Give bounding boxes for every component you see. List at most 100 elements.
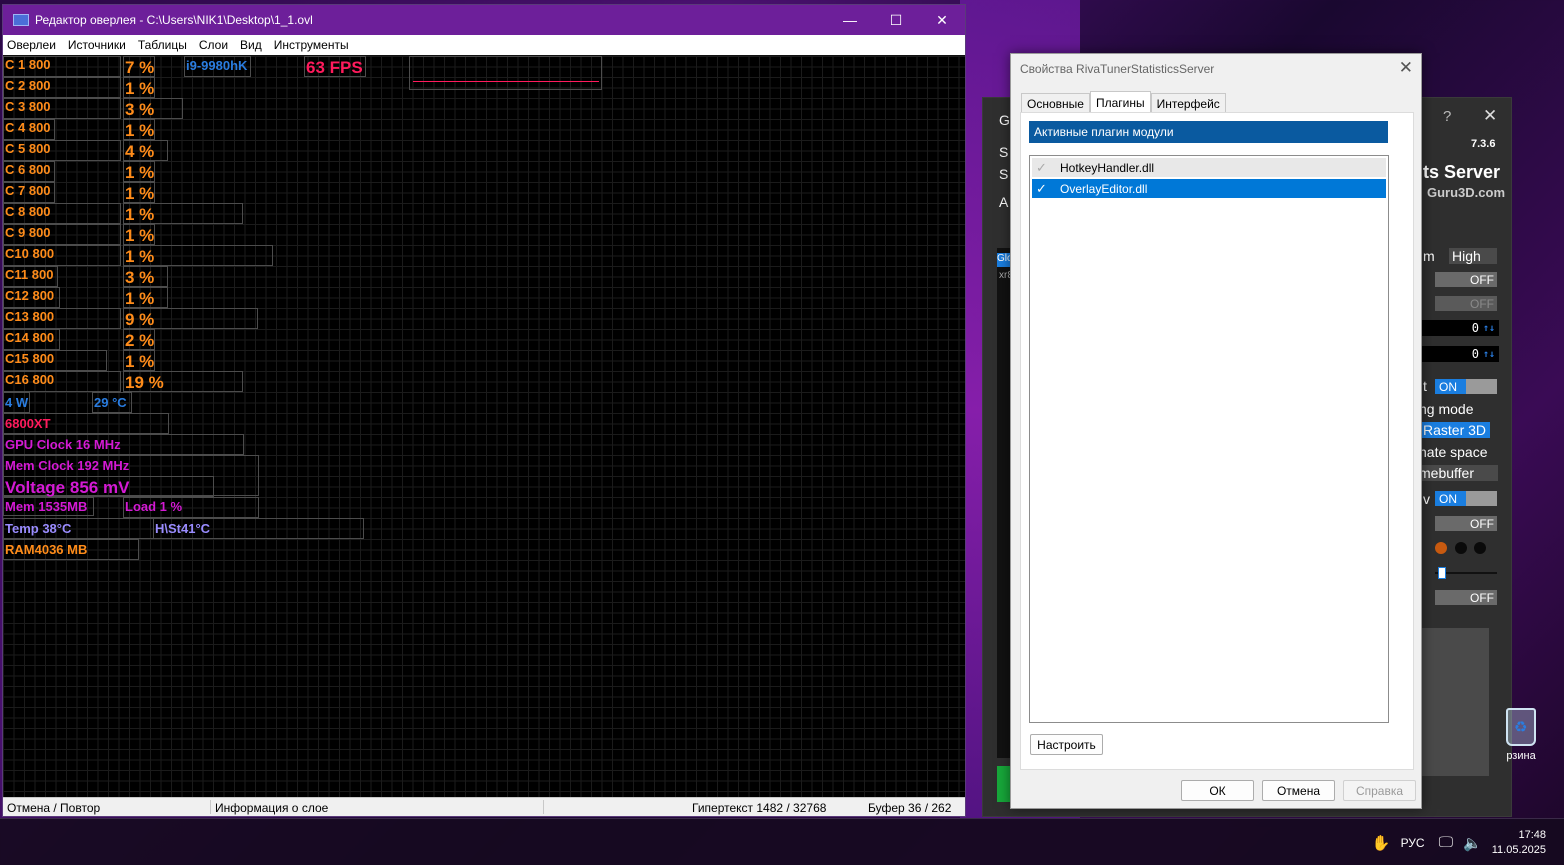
rtss-raster-dropdown[interactable]: Raster 3D <box>1421 422 1491 438</box>
layer-fps[interactable]: 63 FPS <box>304 56 366 77</box>
layer-cpu-load[interactable]: 1 % <box>123 182 155 203</box>
layer-cpu-clock[interactable]: C16 800 <box>3 371 121 392</box>
rtss-label-s2: S <box>999 166 1009 182</box>
editor-titlebar[interactable]: Редактор оверлея - C:\Users\NIK1\Desktop… <box>3 5 965 35</box>
layer-cpu-clock[interactable]: C 4 800 <box>3 119 55 140</box>
layer-ram[interactable]: RAM4036 MB <box>3 539 139 560</box>
maximize-button[interactable]: ☐ <box>873 5 919 35</box>
layer-cpu-clock[interactable]: C 5 800 <box>3 140 121 161</box>
layer-cpu-load[interactable]: 4 % <box>123 140 168 161</box>
rtss-label-s1: S <box>999 144 1009 160</box>
plugin-list[interactable]: ✓ HotkeyHandler.dll ✓ OverlayEditor.dll <box>1029 155 1389 723</box>
layer-cpu-load[interactable]: 1 % <box>123 287 168 308</box>
layer-cpu-clock[interactable]: C 9 800 <box>3 224 121 245</box>
graph-line <box>413 81 599 82</box>
ok-button[interactable]: ОК <box>1181 780 1254 801</box>
configure-button[interactable]: Настроить <box>1030 734 1103 755</box>
layer-cpu-clock[interactable]: C 2 800 <box>3 77 121 98</box>
minimize-button[interactable]: — <box>827 5 873 35</box>
close-button[interactable]: ✕ <box>919 5 965 35</box>
layer-cpu-load[interactable]: 1 % <box>123 203 243 224</box>
menu-view[interactable]: Вид <box>240 38 262 52</box>
language-indicator[interactable]: РУС <box>1401 836 1425 850</box>
layer-cpu-clock[interactable]: C14 800 <box>3 329 60 350</box>
rtss-toggle-2[interactable]: OFF <box>1435 296 1497 311</box>
color-swatch-orange[interactable] <box>1435 542 1447 554</box>
layer-cpu-clock[interactable]: C 3 800 <box>3 98 121 119</box>
rtss-site: Guru3D.com <box>1427 185 1506 200</box>
color-swatch-black-2[interactable] <box>1474 542 1486 554</box>
layer-cpu-load[interactable]: 2 % <box>123 329 155 350</box>
toggle-off-label: OFF <box>1470 272 1494 287</box>
layer-cpu-clock[interactable]: C11 800 <box>3 266 58 287</box>
layer-cpu-load[interactable]: 1 % <box>123 245 273 266</box>
layer-frametime-graph[interactable] <box>409 56 602 90</box>
rtss-toggle-3[interactable]: ON <box>1435 379 1497 394</box>
layer-cpu-temp[interactable]: 29 °C <box>92 392 132 413</box>
rtss-framebuffer-field[interactable]: mebuffer <box>1419 465 1498 481</box>
menu-overlays[interactable]: Оверлеи <box>7 38 56 52</box>
layer-temp[interactable]: Temp 38°C <box>3 518 154 539</box>
rtss-toggle-5[interactable]: OFF <box>1435 516 1497 531</box>
layer-cpu-clock[interactable]: C10 800 <box>3 245 121 266</box>
help-button[interactable]: Справка <box>1343 780 1416 801</box>
rtss-help-button[interactable]: ? <box>1443 108 1451 125</box>
layer-cpu-load[interactable]: 9 % <box>123 308 258 329</box>
clock[interactable]: 17:48 11.05.2025 <box>1492 828 1546 858</box>
plugin-item-overlayeditor[interactable]: ✓ OverlayEditor.dll <box>1032 179 1386 198</box>
bloody-mouse-icon[interactable]: ✋ <box>1372 834 1391 852</box>
layer-load[interactable]: Load 1 % <box>123 497 259 518</box>
layer-voltage[interactable]: Voltage 856 mV <box>3 476 214 497</box>
rtss-slider-thumb[interactable] <box>1438 567 1446 579</box>
layer-cpu-load[interactable]: 1 % <box>123 161 155 182</box>
layer-hotspot[interactable]: H\St41°C <box>153 518 364 539</box>
tab-general[interactable]: Основные <box>1021 93 1090 113</box>
rtss-counter-2[interactable]: 0 ↑↓ <box>1419 346 1499 362</box>
spin-arrows-icon[interactable]: ↑↓ <box>1483 323 1495 334</box>
rtss-toggle-4[interactable]: ON <box>1435 491 1497 506</box>
layer-cpu-clock[interactable]: C 7 800 <box>3 182 55 203</box>
cancel-button[interactable]: Отмена <box>1262 780 1335 801</box>
overlay-canvas[interactable]: C 1 800 7 % C 2 800 1 % C 3 800 3 % C 4 800 1 %… <box>3 56 965 799</box>
layer-cpu-clock[interactable]: C15 800 <box>3 350 107 371</box>
layer-gpu-clock[interactable]: GPU Clock 16 MHz <box>3 434 244 455</box>
plugin-item-hotkeyhandler[interactable]: ✓ HotkeyHandler.dll <box>1032 158 1386 177</box>
tab-interface[interactable]: Интерфейс <box>1150 93 1226 113</box>
recycle-bin[interactable]: рзина <box>1498 708 1544 774</box>
layer-cpu-clock[interactable]: C13 800 <box>3 308 121 329</box>
layer-cpu-clock[interactable]: C 8 800 <box>3 203 121 224</box>
layer-cpu-load[interactable]: 1 % <box>123 350 155 371</box>
layer-cpu-load[interactable]: 3 % <box>123 98 183 119</box>
tab-plugins[interactable]: Плагины <box>1089 91 1151 113</box>
layer-cpu-name[interactable]: i9-9980hK <box>184 56 251 77</box>
menu-sources[interactable]: Источники <box>68 38 126 52</box>
layer-mem[interactable]: Mem 1535MB <box>3 497 94 516</box>
color-swatch-black[interactable] <box>1455 542 1467 554</box>
menu-layers[interactable]: Слои <box>199 38 228 52</box>
rtss-detection-high[interactable]: High <box>1449 248 1497 264</box>
layer-cpu-load[interactable]: 3 % <box>123 266 168 287</box>
layer-cpu-load[interactable]: 19 % <box>123 371 243 392</box>
layer-cpu-load[interactable]: 1 % <box>123 119 155 140</box>
layer-gpu-name[interactable]: 6800XT <box>3 413 169 434</box>
volume-icon[interactable]: 🔈 <box>1463 834 1482 852</box>
layer-cpu-load[interactable]: 1 % <box>123 77 155 98</box>
layer-cpu-clock[interactable]: C 6 800 <box>3 161 55 182</box>
checkbox-unchecked-icon[interactable]: ✓ <box>1036 160 1052 176</box>
layer-cpu-clock[interactable]: C12 800 <box>3 287 60 308</box>
menu-tools[interactable]: Инструменты <box>274 38 349 52</box>
layer-cpu-clock[interactable]: C 1 800 <box>3 56 121 77</box>
layer-power[interactable]: 4 W <box>3 392 30 413</box>
rtss-close-icon[interactable]: ✕ <box>1483 106 1497 126</box>
rtss-toggle-1[interactable]: OFF <box>1435 272 1497 287</box>
rtss-toggle-6[interactable]: OFF <box>1435 590 1497 605</box>
layer-cpu-load[interactable]: 7 % <box>123 56 155 77</box>
close-icon[interactable]: ✕ <box>1399 58 1413 78</box>
menu-tables[interactable]: Таблицы <box>138 38 187 52</box>
rtss-counter-1[interactable]: 0 ↑↓ <box>1419 320 1499 336</box>
spin-arrows-icon[interactable]: ↑↓ <box>1483 349 1495 360</box>
counter-value: 0 <box>1471 347 1479 361</box>
network-icon[interactable]: 🖵 <box>1439 834 1453 851</box>
checkbox-checked-icon[interactable]: ✓ <box>1036 181 1052 197</box>
layer-cpu-load[interactable]: 1 % <box>123 224 155 245</box>
